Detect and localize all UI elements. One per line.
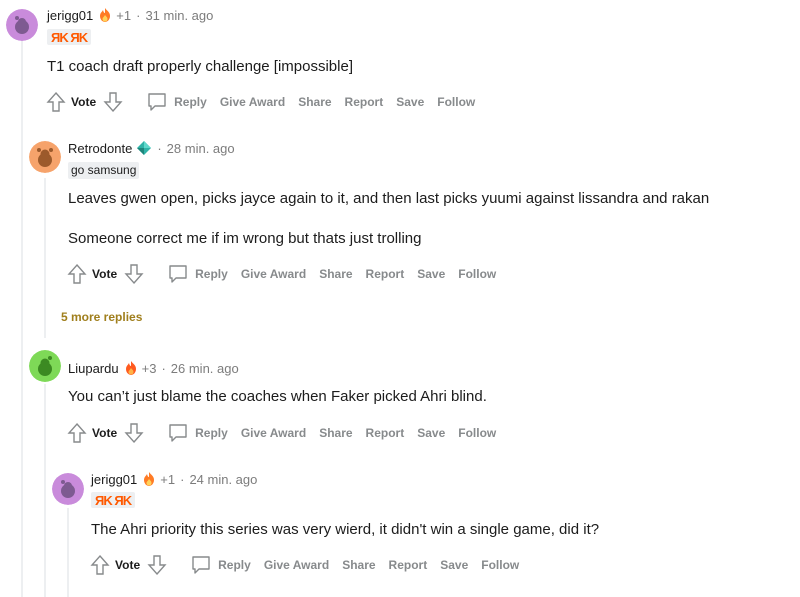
reply-button[interactable]: Reply — [146, 91, 207, 113]
user-flair: ЯK ЯK — [47, 29, 92, 45]
avatar[interactable] — [29, 141, 61, 173]
timestamp[interactable]: 31 min. ago — [145, 8, 213, 23]
give-award-button[interactable]: Give Award — [220, 95, 285, 109]
vote-label: Vote — [71, 95, 97, 109]
avatar[interactable] — [6, 9, 38, 41]
timestamp[interactable]: 26 min. ago — [171, 361, 239, 376]
save-button[interactable]: Save — [417, 426, 445, 440]
vote-label: Vote — [115, 558, 141, 572]
follow-button[interactable]: Follow — [458, 267, 496, 281]
save-button[interactable]: Save — [396, 95, 424, 109]
comment-actions: Vote Reply Give Award Share Report Save … — [66, 262, 496, 286]
comment-body: You can’t just blame the coaches when Fa… — [68, 388, 487, 405]
save-button[interactable]: Save — [440, 558, 468, 572]
vote-label: Vote — [92, 426, 118, 440]
give-award-button[interactable]: Give Award — [264, 558, 329, 572]
give-award-button[interactable]: Give Award — [241, 267, 306, 281]
comment-bubble-icon — [190, 554, 212, 576]
upvote-arrow-icon[interactable] — [66, 262, 88, 286]
comment-body: Someone correct me if im wrong but thats… — [68, 230, 422, 247]
comment-meta: Liupardu +3 · 26 min. ago — [68, 360, 239, 376]
reply-label: Reply — [174, 95, 207, 109]
reply-button[interactable]: Reply — [190, 554, 251, 576]
report-button[interactable]: Report — [366, 267, 405, 281]
fnatic-flair-logo: ЯK ЯK — [51, 29, 88, 45]
avatar[interactable] — [52, 473, 84, 505]
downvote-arrow-icon[interactable] — [123, 421, 145, 445]
comment-body: The Ahri priority this series was very w… — [91, 521, 600, 538]
comment-jerigg01-1: jerigg01 +1 · 31 min. ago ЯK ЯK T1 coach… — [0, 0, 800, 120]
separator-dot: · — [136, 7, 141, 23]
username[interactable]: jerigg01 — [47, 8, 93, 23]
downvote-arrow-icon[interactable] — [146, 553, 168, 577]
vote-label: Vote — [92, 267, 118, 281]
separator-dot: · — [161, 360, 166, 376]
follow-button[interactable]: Follow — [481, 558, 519, 572]
fire-award-icon[interactable] — [97, 7, 113, 23]
thread-line-retrodonte[interactable] — [44, 178, 46, 338]
share-button[interactable]: Share — [319, 426, 352, 440]
comment-meta: Retrodonte · 28 min. ago — [68, 140, 235, 156]
comment-body: Leaves gwen open, picks jayce again to i… — [68, 190, 710, 207]
avatar[interactable] — [29, 350, 61, 382]
award-count: +1 — [116, 7, 132, 23]
vote-control: Vote — [66, 262, 145, 286]
username[interactable]: jerigg01 — [91, 472, 137, 487]
comment-body: T1 coach draft properly challenge [impos… — [47, 58, 353, 75]
share-button[interactable]: Share — [342, 558, 375, 572]
separator-dot: · — [157, 140, 162, 156]
give-award-button[interactable]: Give Award — [241, 426, 306, 440]
thread-line-liupardu[interactable] — [44, 384, 46, 597]
share-button[interactable]: Share — [319, 267, 352, 281]
upvote-arrow-icon[interactable] — [66, 421, 88, 445]
comment-bubble-icon — [167, 422, 189, 444]
user-flair: go samsung — [68, 162, 140, 179]
username[interactable]: Retrodonte — [68, 141, 132, 156]
comment-actions: Vote Reply Give Award Share Report Save … — [89, 553, 519, 577]
downvote-arrow-icon[interactable] — [102, 90, 124, 114]
comment-bubble-icon — [167, 263, 189, 285]
comment-meta: jerigg01 +1 · 31 min. ago — [47, 7, 213, 23]
award-count: +3 — [141, 360, 157, 376]
share-button[interactable]: Share — [298, 95, 331, 109]
timestamp[interactable]: 28 min. ago — [167, 141, 235, 156]
fire-award-icon[interactable] — [141, 471, 157, 487]
reply-label: Reply — [218, 558, 251, 572]
comment-actions: Vote Reply Give Award Share Report Save … — [66, 421, 496, 445]
user-flair: ЯK ЯK — [91, 492, 136, 508]
thread-line-jerigg01-reply[interactable] — [67, 508, 69, 597]
thread-line-root[interactable] — [21, 40, 23, 597]
report-button[interactable]: Report — [366, 426, 405, 440]
upvote-arrow-icon[interactable] — [89, 553, 111, 577]
save-button[interactable]: Save — [417, 267, 445, 281]
fire-award-icon[interactable] — [123, 360, 139, 376]
reply-label: Reply — [195, 426, 228, 440]
reply-button[interactable]: Reply — [167, 263, 228, 285]
follow-button[interactable]: Follow — [458, 426, 496, 440]
reply-label: Reply — [195, 267, 228, 281]
vote-control: Vote — [45, 90, 124, 114]
upvote-arrow-icon[interactable] — [45, 90, 67, 114]
fnatic-flair-logo: ЯK ЯK — [95, 492, 132, 508]
username[interactable]: Liupardu — [68, 361, 119, 376]
separator-dot: · — [180, 471, 185, 487]
follow-button[interactable]: Follow — [437, 95, 475, 109]
vote-control: Vote — [89, 553, 168, 577]
report-button[interactable]: Report — [345, 95, 384, 109]
downvote-arrow-icon[interactable] — [123, 262, 145, 286]
comment-bubble-icon — [146, 91, 168, 113]
comment-meta: jerigg01 +1 · 24 min. ago — [91, 471, 257, 487]
award-count: +1 — [160, 471, 176, 487]
more-replies-link[interactable]: 5 more replies — [61, 310, 142, 324]
comment-actions: Vote Reply Give Award Share Report Save … — [45, 90, 475, 114]
report-button[interactable]: Report — [389, 558, 428, 572]
vote-control: Vote — [66, 421, 145, 445]
reply-button[interactable]: Reply — [167, 422, 228, 444]
timestamp[interactable]: 24 min. ago — [189, 472, 257, 487]
diamond-award-icon[interactable] — [136, 140, 152, 156]
